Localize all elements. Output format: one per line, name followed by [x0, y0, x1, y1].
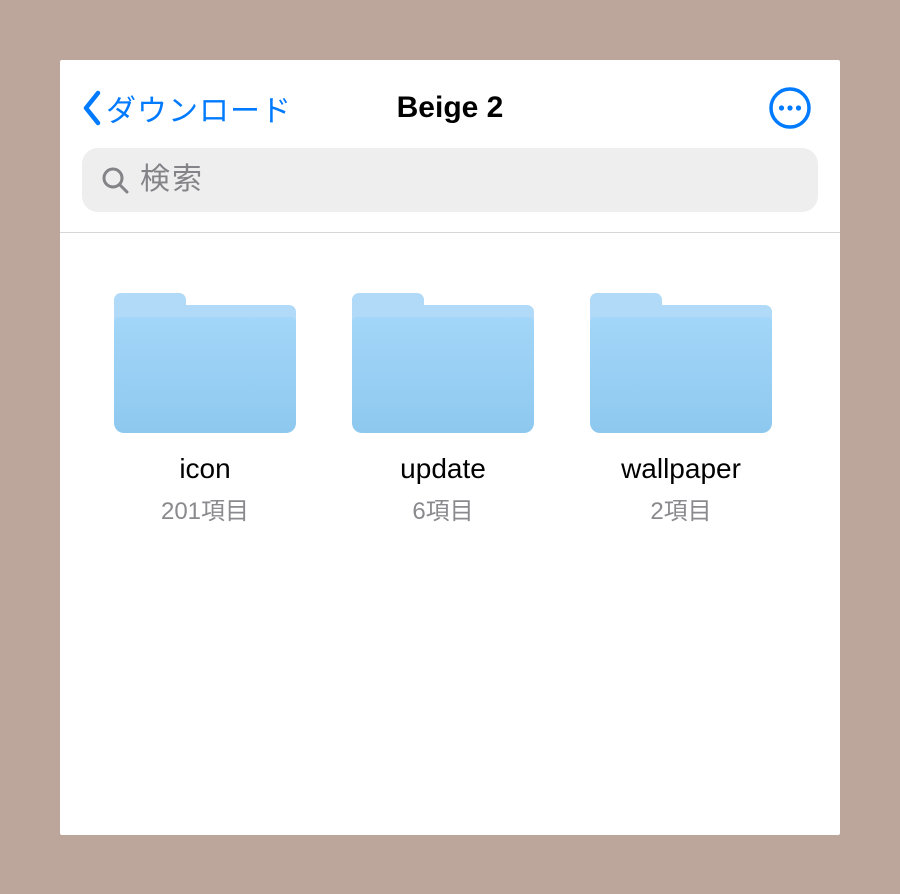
more-options-button[interactable] [768, 86, 812, 130]
folder-icon [590, 293, 772, 433]
folder-item-icon[interactable]: icon 201項目 [110, 293, 300, 526]
search-container [60, 148, 840, 232]
folder-item-count: 6項目 [412, 491, 473, 526]
page-title: Beige 2 [397, 91, 504, 125]
search-input[interactable] [140, 163, 800, 197]
files-app-window: ダウンロード Beige 2 [60, 60, 840, 835]
ellipsis-circle-icon [768, 86, 812, 130]
folder-name: icon [179, 453, 230, 485]
folder-item-count: 2項目 [650, 491, 711, 526]
navigation-bar: ダウンロード Beige 2 [60, 60, 840, 148]
chevron-left-icon [78, 89, 106, 127]
folder-item-count: 201項目 [161, 491, 249, 526]
folder-name: update [400, 453, 486, 485]
folder-item-wallpaper[interactable]: wallpaper 2項目 [586, 293, 776, 526]
search-icon [100, 165, 130, 195]
search-bar[interactable] [82, 148, 818, 212]
back-label: ダウンロード [106, 86, 292, 130]
folder-icon [352, 293, 534, 433]
folder-item-update[interactable]: update 6項目 [348, 293, 538, 526]
folder-name: wallpaper [621, 453, 741, 485]
back-button[interactable]: ダウンロード [78, 86, 292, 130]
folder-icon [114, 293, 296, 433]
folder-grid: icon 201項目 update 6項目 wallpaper 2項目 [60, 233, 840, 586]
